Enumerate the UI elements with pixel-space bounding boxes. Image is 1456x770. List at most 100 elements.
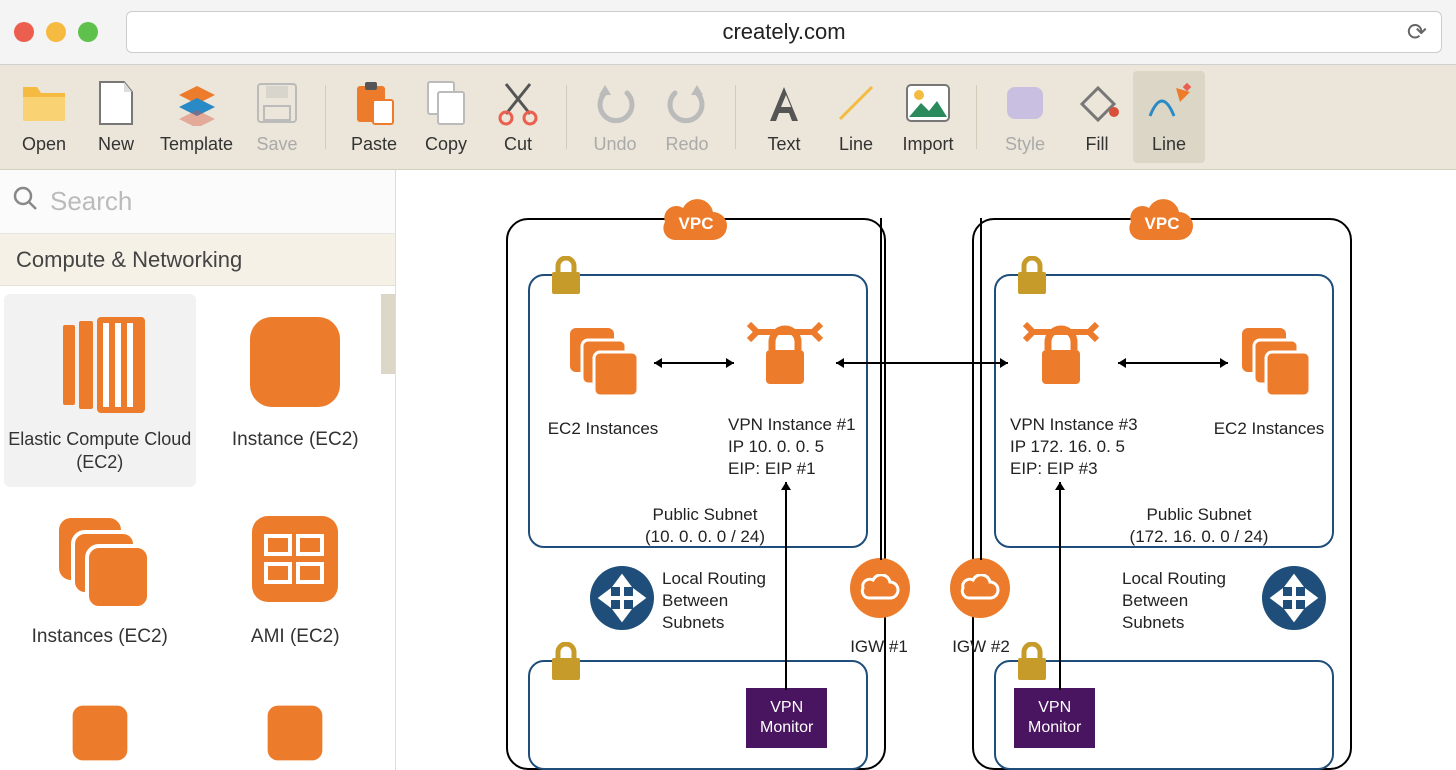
vpn-monitor-right[interactable]: VPN Monitor — [1014, 688, 1095, 748]
close-window-icon[interactable] — [14, 22, 34, 42]
cut-label: Cut — [504, 134, 532, 155]
vpn-monitor-label: VPN Monitor — [760, 699, 813, 736]
scrollbar-thumb[interactable] — [381, 294, 395, 374]
lock-icon — [1016, 642, 1048, 687]
igw-left-icon[interactable] — [850, 558, 910, 618]
cut-button[interactable]: Cut — [482, 71, 554, 163]
address-bar[interactable]: creately.com ⟳ — [126, 11, 1442, 53]
style-button[interactable]: Style — [989, 71, 1061, 163]
vpc-badge-label: VPC — [661, 214, 731, 234]
shape-item[interactable] — [4, 665, 196, 770]
shape-instance[interactable]: Instance (EC2) — [200, 294, 392, 487]
address-text: creately.com — [722, 19, 845, 45]
redo-label: Redo — [666, 134, 709, 155]
vpn-ip: IP 10. 0. 0. 5 — [728, 436, 878, 458]
vpn-monitor-label: VPN Monitor — [1028, 699, 1081, 736]
search-input[interactable] — [50, 186, 383, 217]
diagram-canvas[interactable]: VPC EC2 Instances — [396, 170, 1456, 770]
window-controls — [14, 22, 98, 42]
shapes-list: Elastic Compute Cloud (EC2) Instance (EC… — [0, 286, 395, 770]
copy-label: Copy — [425, 134, 467, 155]
template-label: Template — [160, 134, 233, 155]
style-icon — [1002, 80, 1048, 126]
igw-right-label: IGW #2 — [946, 636, 1016, 658]
divider — [325, 85, 326, 149]
lock-icon — [1016, 256, 1048, 301]
shape-label: Instance (EC2) — [232, 428, 359, 453]
import-icon — [905, 80, 951, 126]
text-icon — [761, 80, 807, 126]
vpn-ip: IP 172. 16. 0. 5 — [1010, 436, 1160, 458]
divider — [566, 85, 567, 149]
new-button[interactable]: New — [80, 71, 152, 163]
category-label: Compute & Networking — [16, 247, 242, 273]
subnet-label-right: Public Subnet (172. 16. 0. 0 / 24) — [1114, 504, 1284, 548]
vpn-gateway-right-icon[interactable] — [1016, 320, 1106, 405]
vpn-eip: EIP: EIP #3 — [1010, 458, 1160, 480]
lock-icon — [550, 256, 582, 301]
paste-icon — [351, 80, 397, 126]
open-label: Open — [22, 134, 66, 155]
shape-instances[interactable]: Instances (EC2) — [4, 491, 196, 662]
db-icon — [40, 673, 160, 770]
ec2-instances-right-icon[interactable] — [1236, 322, 1316, 407]
text-tool-button[interactable]: Text — [748, 71, 820, 163]
vpn-monitor-left[interactable]: VPN Monitor — [746, 688, 827, 748]
text-label: Text — [768, 134, 801, 155]
fill-label: Fill — [1086, 134, 1109, 155]
copy-icon — [423, 80, 469, 126]
template-icon — [174, 80, 220, 126]
vpc-badge-icon: VPC — [1127, 198, 1197, 247]
line-icon — [833, 80, 879, 126]
routing-label-left: Local Routing Between Subnets — [662, 568, 782, 634]
search-icon[interactable] — [12, 185, 38, 218]
shapes-sidebar: Compute & Networking Elastic Compute Clo… — [0, 170, 396, 770]
undo-icon — [592, 80, 638, 126]
save-label: Save — [257, 134, 298, 155]
folder-icon — [21, 80, 67, 126]
new-file-icon — [93, 80, 139, 126]
router-left-icon[interactable] — [590, 566, 654, 630]
maximize-window-icon[interactable] — [78, 22, 98, 42]
igw-right-icon[interactable] — [950, 558, 1010, 618]
paste-button[interactable]: Paste — [338, 71, 410, 163]
vpn-left-info: VPN Instance #1 IP 10. 0. 0. 5 EIP: EIP … — [728, 414, 878, 480]
copy-button[interactable]: Copy — [410, 71, 482, 163]
paste-label: Paste — [351, 134, 397, 155]
shape-label: Elastic Compute Cloud (EC2) — [8, 428, 192, 475]
import-button[interactable]: Import — [892, 71, 964, 163]
shape-elastic-compute-cloud[interactable]: Elastic Compute Cloud (EC2) — [4, 294, 196, 487]
line-style-button[interactable]: Line — [1133, 71, 1205, 163]
fill-button[interactable]: Fill — [1061, 71, 1133, 163]
shape-item[interactable] — [200, 665, 392, 770]
subnet-label-left: Public Subnet (10. 0. 0. 0 / 24) — [620, 504, 790, 548]
open-button[interactable]: Open — [8, 71, 80, 163]
routing-label-right: Local Routing Between Subnets — [1122, 568, 1242, 634]
category-header[interactable]: Compute & Networking — [0, 234, 395, 286]
reload-icon[interactable]: ⟳ — [1407, 18, 1427, 47]
minimize-window-icon[interactable] — [46, 22, 66, 42]
router-right-icon[interactable] — [1262, 566, 1326, 630]
line-style-label: Line — [1152, 134, 1186, 155]
undo-button[interactable]: Undo — [579, 71, 651, 163]
vpn-gateway-left-icon[interactable] — [740, 320, 830, 405]
line-tool-button[interactable]: Line — [820, 71, 892, 163]
shape-ami[interactable]: AMI (EC2) — [200, 491, 392, 662]
save-button[interactable]: Save — [241, 71, 313, 163]
vpn-right-info: VPN Instance #3 IP 172. 16. 0. 5 EIP: EI… — [1010, 414, 1160, 480]
vpn-title: VPN Instance #1 — [728, 414, 878, 436]
redo-button[interactable]: Redo — [651, 71, 723, 163]
divider — [735, 85, 736, 149]
instances-icon — [40, 499, 160, 619]
igw-left-label: IGW #1 — [844, 636, 914, 658]
lock-icon — [550, 642, 582, 687]
divider — [976, 85, 977, 149]
ec2-label-right: EC2 Instances — [1204, 418, 1334, 440]
ec2-instances-left-icon[interactable] — [564, 322, 644, 407]
redo-icon — [664, 80, 710, 126]
template-button[interactable]: Template — [152, 71, 241, 163]
search-row — [0, 170, 395, 234]
vpn-eip: EIP: EIP #1 — [728, 458, 878, 480]
new-label: New — [98, 134, 134, 155]
save-icon — [254, 80, 300, 126]
